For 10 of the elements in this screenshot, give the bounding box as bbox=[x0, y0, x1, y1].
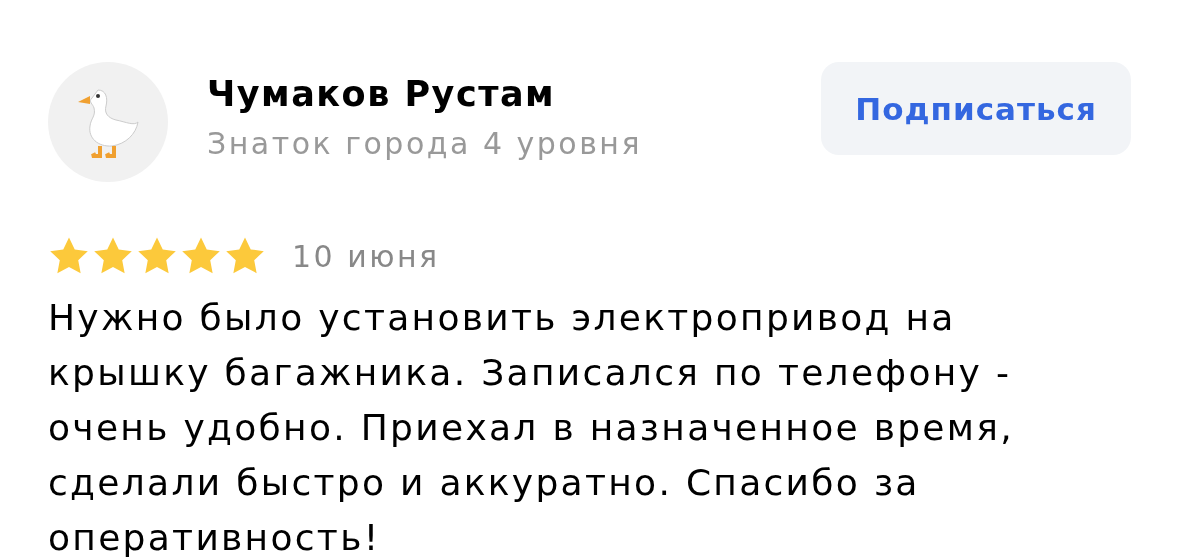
star-icon bbox=[136, 236, 178, 276]
star-icon bbox=[224, 236, 266, 276]
review-date: 10 июня bbox=[292, 238, 440, 274]
author-level: Знаток города 4 уровня bbox=[207, 126, 643, 161]
star-icon bbox=[92, 236, 134, 276]
star-icon bbox=[48, 236, 90, 276]
author-name: Чумаков Рустам bbox=[207, 74, 557, 114]
subscribe-button[interactable]: Подписаться bbox=[821, 62, 1131, 155]
star-icon bbox=[180, 236, 222, 276]
review-text: Нужно было установить электропривод на крышку багажника. Записался по телефону - очень удобно. Приехал в назначенное время, сделали быстро и аккуратно. Спасибо за оперативность! bbox=[48, 296, 1015, 559]
